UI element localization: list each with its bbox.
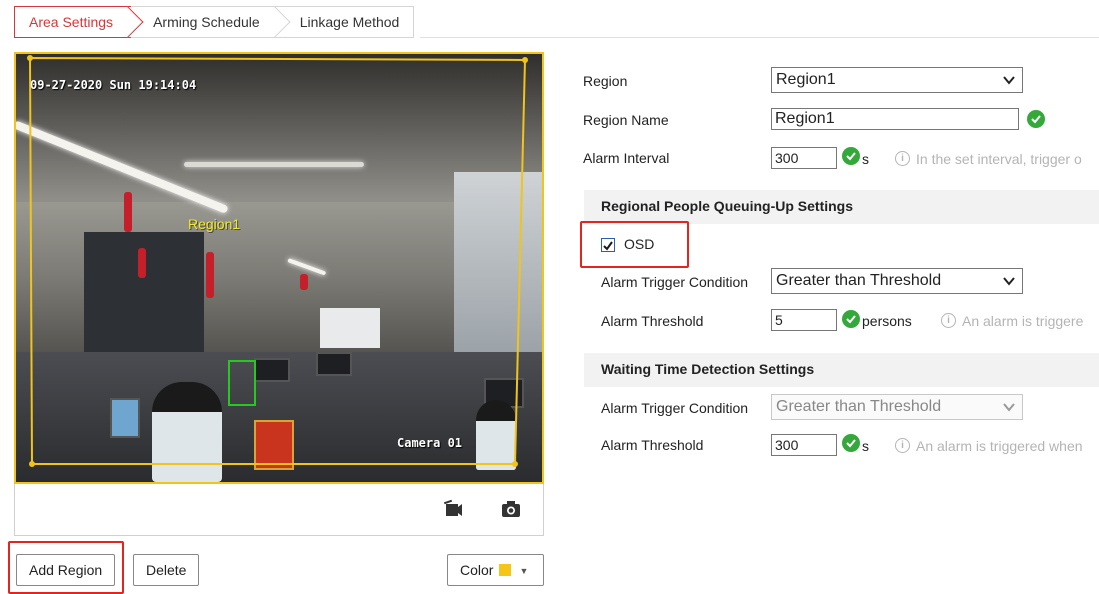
waiting-trigger-label: Alarm Trigger Condition: [601, 400, 749, 416]
osd-timestamp: 09-27-2020 Sun 19:14:04: [30, 78, 197, 92]
region-select-value: Region1: [776, 71, 836, 88]
valid-check-icon: [842, 434, 860, 452]
queuing-threshold-hint: An alarm is triggere: [962, 313, 1084, 329]
waiting-trigger-value: Greater than Threshold: [776, 398, 942, 415]
tab-linkage-method[interactable]: Linkage Method: [277, 6, 415, 38]
chevron-down-icon: [1003, 403, 1015, 412]
region-label: Region: [583, 73, 628, 89]
queuing-section-header: Regional People Queuing-Up Settings: [584, 190, 1099, 224]
alarm-interval-hint: In the set interval, trigger o: [916, 151, 1082, 167]
queuing-trigger-value: Greater than Threshold: [776, 272, 942, 289]
add-region-button[interactable]: Add Region: [16, 554, 116, 586]
chevron-down-icon: ▼: [519, 566, 529, 576]
osd-label: OSD: [624, 236, 655, 252]
region-select[interactable]: Region1: [771, 67, 1023, 93]
waiting-trigger-select[interactable]: Greater than Threshold: [771, 394, 1023, 420]
color-picker-button[interactable]: Color ▼: [447, 554, 544, 586]
tab-arming-schedule-label: Arming Schedule: [153, 14, 260, 30]
alarm-interval-label: Alarm Interval: [583, 150, 670, 166]
tab-bar: Area Settings Arming Schedule Linkage Me…: [14, 6, 415, 38]
waiting-section-title: Waiting Time Detection Settings: [601, 361, 815, 377]
queuing-threshold-unit: persons: [862, 313, 912, 329]
video-toolbar: [14, 484, 544, 536]
waiting-threshold-hint: An alarm is triggered when: [916, 438, 1083, 454]
region-polygon[interactable]: [14, 52, 544, 484]
osd-checkbox[interactable]: [601, 238, 615, 252]
osd-camera-name: Camera 01: [397, 436, 463, 450]
detected-person-box: [228, 360, 256, 406]
queuing-trigger-label: Alarm Trigger Condition: [601, 274, 749, 290]
queuing-trigger-select[interactable]: Greater than Threshold: [771, 268, 1023, 294]
tab-linkage-method-label: Linkage Method: [299, 14, 400, 30]
alarm-interval-field[interactable]: 300: [771, 147, 837, 169]
valid-check-icon: [842, 310, 860, 328]
live-video-view[interactable]: 09-27-2020 Sun 19:14:04 Region1 Camera 0…: [14, 52, 544, 484]
check-icon: [603, 241, 613, 251]
valid-check-icon: [842, 147, 860, 165]
waiting-section-header: Waiting Time Detection Settings: [584, 353, 1099, 387]
camera-snapshot-icon[interactable]: [499, 498, 523, 520]
tab-area-settings-label: Area Settings: [29, 14, 114, 30]
queuing-section-title: Regional People Queuing-Up Settings: [601, 198, 854, 214]
info-icon: i: [895, 438, 910, 453]
waiting-threshold-unit: s: [862, 438, 869, 454]
chevron-down-icon: [1003, 76, 1015, 85]
tab-arming-schedule[interactable]: Arming Schedule: [131, 6, 291, 38]
alarm-interval-unit: s: [862, 151, 869, 167]
queuing-threshold-label: Alarm Threshold: [601, 313, 704, 329]
delete-button[interactable]: Delete: [133, 554, 200, 586]
region-name-field[interactable]: Region1: [771, 108, 1019, 130]
queuing-threshold-field[interactable]: 5: [771, 309, 837, 331]
chevron-down-icon: [1003, 277, 1015, 286]
video-camera-icon[interactable]: [441, 498, 465, 520]
color-swatch: [499, 564, 512, 576]
info-icon: i: [895, 151, 910, 166]
tab-underline: [420, 37, 1099, 38]
region-overlay-label: Region1: [188, 216, 241, 232]
region-name-label: Region Name: [583, 112, 669, 128]
color-label: Color: [460, 562, 494, 578]
tab-area-settings[interactable]: Area Settings: [14, 6, 144, 38]
info-icon: i: [941, 313, 956, 328]
waiting-threshold-label: Alarm Threshold: [601, 437, 704, 453]
valid-check-icon: [1027, 110, 1045, 128]
waiting-threshold-field[interactable]: 300: [771, 434, 837, 456]
